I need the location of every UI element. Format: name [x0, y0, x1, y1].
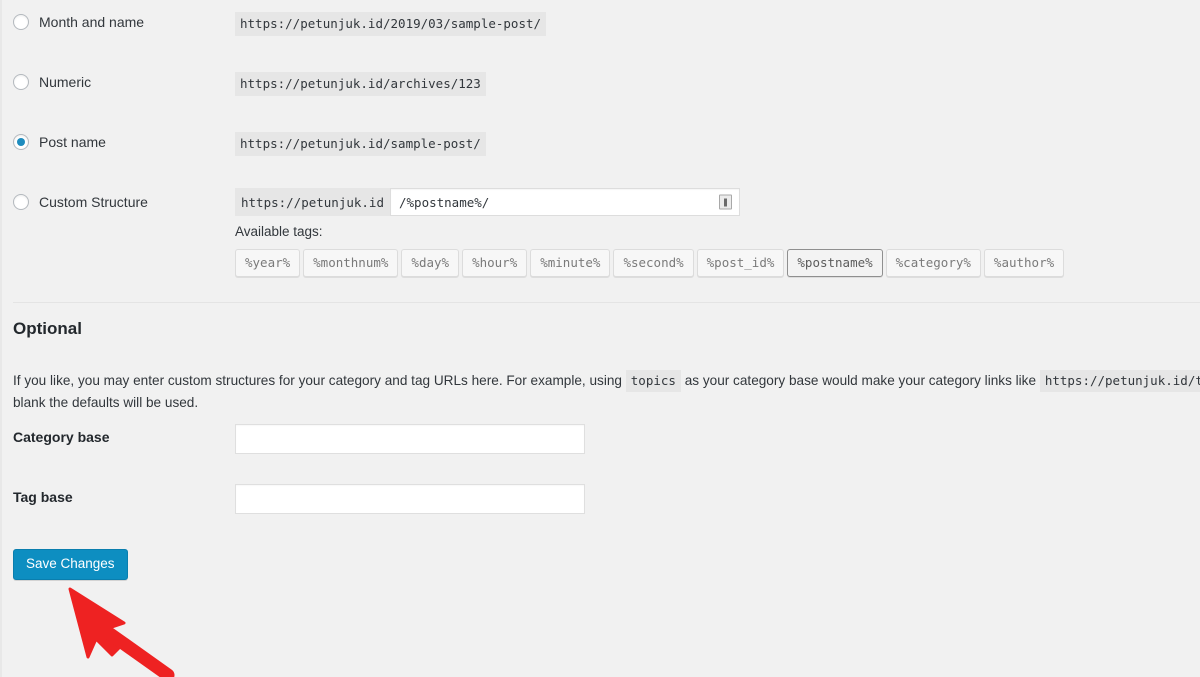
annotation-arrow-icon	[68, 587, 175, 677]
radio-custom-structure[interactable]	[13, 194, 29, 210]
tag-button-post-id[interactable]: %post_id%	[696, 249, 785, 277]
available-tags-title: Available tags:	[235, 224, 323, 239]
tag-button-day[interactable]: %day%	[401, 249, 460, 277]
category-base-row: Category base	[2, 424, 1200, 456]
tag-button-monthnum[interactable]: %monthnum%	[303, 249, 399, 277]
inline-code-topics: topics	[625, 369, 681, 392]
permalink-example-url: https://petunjuk.id/sample-post/	[235, 132, 486, 157]
custom-structure-url-prefix: https://petunjuk.id	[235, 188, 390, 216]
permalink-example-url: https://petunjuk.id/2019/03/sample-post/	[235, 12, 547, 37]
permalink-option-post-name[interactable]: Post name	[13, 134, 106, 150]
custom-structure-input-wrapper	[390, 188, 740, 216]
permalink-option-numeric[interactable]: Numeric	[13, 74, 91, 90]
permalink-option-label: Numeric	[39, 74, 92, 90]
tag-button-postname[interactable]: %postname%	[787, 249, 883, 277]
save-changes-button[interactable]: Save Changes	[13, 549, 128, 581]
optional-section-description: If you like, you may enter custom struct…	[13, 369, 1200, 414]
optional-section-heading: Optional	[13, 319, 82, 338]
tag-button-hour[interactable]: %hour%	[462, 249, 528, 277]
tag-button-author[interactable]: %author%	[983, 249, 1065, 277]
permalink-option-label: Post name	[39, 134, 106, 150]
permalink-example-post-name: https://petunjuk.id/sample-post/	[235, 132, 486, 157]
radio-post-name[interactable]	[13, 134, 29, 150]
permalink-option-row[interactable]: Numeric https://petunjuk.id/archives/123	[2, 60, 1200, 120]
permalink-option-custom-structure[interactable]: Custom Structure	[13, 194, 148, 210]
available-tags-section: Available tags: %year% %monthnum% %day% …	[235, 224, 1065, 277]
tag-button-year[interactable]: %year%	[235, 249, 301, 277]
custom-structure-field-group: https://petunjuk.id	[235, 188, 740, 216]
permalink-option-label: Custom Structure	[39, 194, 148, 210]
permalink-example-url: https://petunjuk.id/archives/123	[235, 72, 486, 97]
permalink-option-label: Month and name	[39, 14, 145, 30]
radio-numeric[interactable]	[13, 74, 29, 90]
tag-base-input[interactable]	[235, 484, 585, 514]
custom-structure-input[interactable]	[390, 188, 740, 216]
permalink-settings-page: Month and name https://petunjuk.id/2019/…	[0, 0, 1200, 677]
category-base-input[interactable]	[235, 424, 585, 454]
category-base-label: Category base	[13, 429, 110, 445]
tag-button-second[interactable]: %second%	[613, 249, 694, 277]
tag-base-row: Tag base	[2, 484, 1200, 516]
permalink-example-numeric: https://petunjuk.id/archives/123	[235, 72, 486, 97]
tag-button-minute[interactable]: %minute%	[530, 249, 611, 277]
section-divider	[13, 302, 1200, 303]
tag-base-label: Tag base	[13, 489, 73, 505]
permalink-option-row[interactable]: Month and name https://petunjuk.id/2019/…	[2, 0, 1200, 60]
optional-desc-part2: as your category base would make your ca…	[684, 372, 1037, 388]
permalink-option-row[interactable]: Post name https://petunjuk.id/sample-pos…	[2, 120, 1200, 180]
available-tags-row: %year% %monthnum% %day% %hour% %minute% …	[235, 249, 1065, 277]
optional-desc-part1: If you like, you may enter custom struct…	[13, 372, 622, 388]
permalink-example-month-and-name: https://petunjuk.id/2019/03/sample-post/	[235, 12, 547, 37]
permalink-option-month-and-name[interactable]: Month and name	[13, 14, 144, 30]
tag-button-category[interactable]: %category%	[885, 249, 981, 277]
inline-code-example-url: https://petunjuk.id/topics/uncategorized…	[1039, 369, 1200, 392]
radio-month-and-name[interactable]	[13, 14, 29, 30]
